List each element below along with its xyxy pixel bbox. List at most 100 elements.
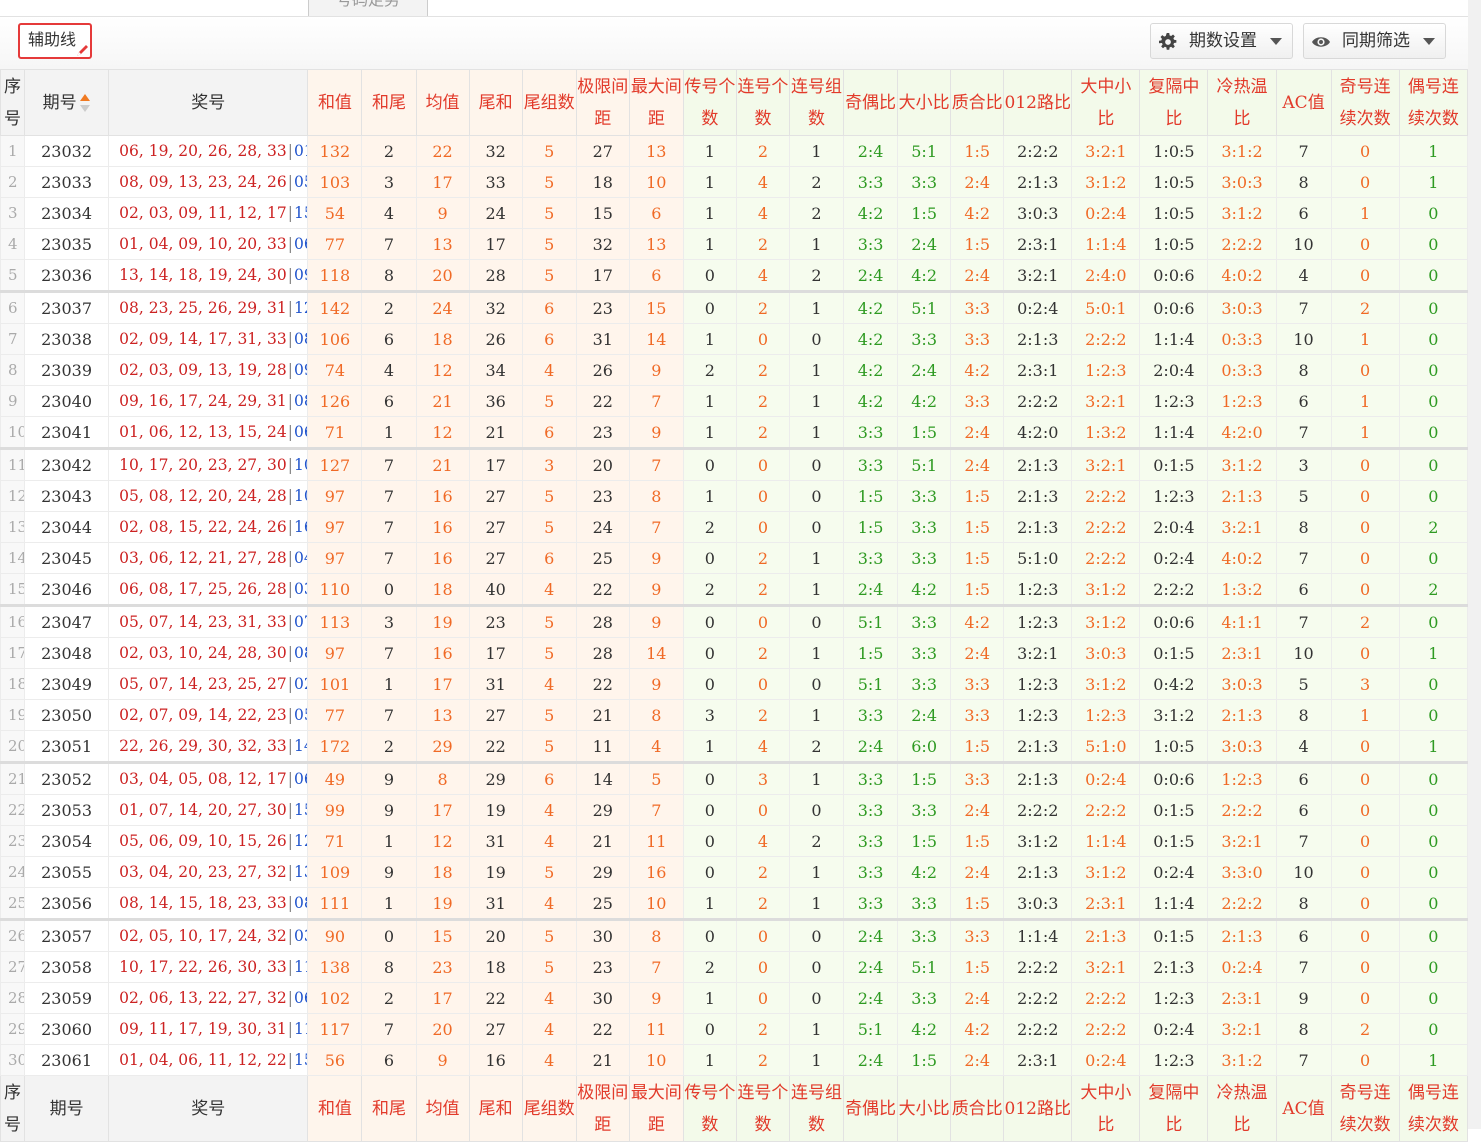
blue-ball: 12 — [293, 832, 307, 850]
row-cell: 2 — [735, 542, 790, 574]
row-cell: 1:5 — [950, 542, 1005, 574]
red-balls: 09, 11, 17, 19, 30, 31 — [119, 1020, 287, 1038]
period-settings-dropdown[interactable]: 期数设置 — [1150, 23, 1293, 59]
row-cell: 0 — [1330, 542, 1400, 574]
row-cell: 26 — [468, 323, 523, 355]
aux-line-button[interactable]: 辅助线 — [18, 23, 92, 59]
row-cell: 97 — [307, 511, 363, 543]
row-cell: 0 — [1398, 416, 1469, 450]
row-cell: 5:1:0 — [1071, 730, 1141, 764]
row-cell: 1:2:3 — [1003, 573, 1073, 607]
row-numbers: 22, 26, 29, 30, 32, 33|14 — [108, 730, 309, 764]
row-cell: 7 — [361, 699, 417, 731]
row-seq: 27 — [0, 951, 26, 983]
row-period: 23043 — [24, 480, 110, 512]
red-balls: 08, 23, 25, 26, 29, 31 — [119, 299, 287, 317]
row-cell: 1:3:2 — [1071, 416, 1141, 450]
row-cell: 4 — [361, 354, 417, 386]
row-cell: 1:2:3 — [1071, 354, 1141, 386]
row-cell: 2 — [788, 197, 845, 229]
row-cell: 5 — [521, 730, 577, 764]
row-cell: 0 — [1398, 699, 1469, 731]
footer-header-row: 序号 期号 奖号 和值 和尾 均值 尾和 尾组数 极限间距 最大间距 传号个数 … — [0, 1075, 1469, 1142]
red-balls: 01, 07, 14, 20, 27, 30 — [119, 801, 287, 819]
header-col: 大中小比 — [1071, 69, 1141, 136]
row-cell: 1 — [1398, 135, 1469, 167]
header-col: 最大间距 — [628, 69, 684, 136]
row-cell: 6:0 — [897, 730, 952, 764]
row-cell: 21 — [468, 416, 523, 450]
separator: | — [287, 927, 293, 945]
row-seq: 22 — [0, 794, 26, 826]
row-cell: 5 — [521, 259, 577, 293]
row-cell: 2:4 — [843, 982, 899, 1014]
row-seq: 3 — [0, 197, 26, 229]
row-cell: 5 — [521, 605, 577, 638]
row-cell: 7 — [361, 448, 417, 481]
row-cell: 1 — [682, 982, 737, 1014]
same-period-filter-dropdown[interactable]: 同期筛选 — [1303, 23, 1446, 59]
eye-icon — [1312, 37, 1330, 47]
table-row: 52303613, 14, 18, 19, 24, 30|09118820285… — [0, 259, 1469, 293]
sort-icon[interactable] — [79, 93, 91, 113]
row-cell: 2:3:1 — [1207, 982, 1277, 1014]
row-cell: 77 — [307, 699, 363, 731]
row-cell: 1:2:3 — [1139, 982, 1209, 1014]
row-cell: 17 — [415, 668, 470, 700]
row-cell: 16 — [415, 480, 470, 512]
row-cell: 1:0:5 — [1139, 228, 1209, 260]
row-cell: 31 — [468, 825, 523, 857]
row-cell: 8 — [1275, 1013, 1332, 1045]
row-cell: 12 — [415, 354, 470, 386]
row-cell: 7 — [628, 511, 684, 543]
row-cell: 34 — [468, 354, 523, 386]
header-numbers: 奖号 — [108, 69, 309, 136]
row-numbers: 09, 16, 17, 24, 29, 31|08 — [108, 385, 309, 417]
row-cell: 1 — [788, 291, 845, 324]
row-cell: 7 — [361, 228, 417, 260]
table-row: 102304101, 06, 12, 13, 15, 24|0671112216… — [0, 416, 1469, 450]
same-period-filter-label: 同期筛选 — [1342, 31, 1410, 50]
row-cell: 17 — [415, 794, 470, 826]
row-cell: 3:0:3 — [1003, 887, 1073, 921]
row-cell: 10 — [628, 887, 684, 921]
row-cell: 22 — [468, 982, 523, 1014]
row-cell: 138 — [307, 951, 363, 983]
row-seq: 29 — [0, 1013, 26, 1045]
row-cell: 0 — [1398, 291, 1469, 324]
row-period: 23037 — [24, 291, 110, 324]
row-numbers: 02, 03, 10, 24, 28, 30|08 — [108, 637, 309, 669]
row-cell: 8 — [361, 951, 417, 983]
header-period[interactable]: 期号 — [24, 69, 110, 136]
row-cell: 27 — [468, 511, 523, 543]
row-cell: 3:3 — [950, 291, 1005, 324]
top-tab[interactable]: 号码走势 — [308, 0, 428, 17]
row-cell: 1 — [788, 416, 845, 450]
header-col: 大小比 — [897, 69, 952, 136]
row-period: 23046 — [24, 573, 110, 607]
row-cell: 1 — [361, 825, 417, 857]
row-numbers: 01, 04, 09, 10, 20, 33|06 — [108, 228, 309, 260]
header-col: 和尾 — [361, 69, 417, 136]
row-cell: 1:1:4 — [1003, 919, 1073, 952]
row-cell: 2:2:2 — [1003, 135, 1073, 167]
vertical-scrollbar[interactable] — [1468, 0, 1481, 1129]
separator: | — [287, 299, 293, 317]
row-cell: 2:3:1 — [1071, 887, 1141, 921]
row-cell: 8 — [415, 762, 470, 795]
row-cell: 6 — [521, 542, 577, 574]
row-cell: 20 — [468, 919, 523, 952]
row-cell: 0 — [735, 794, 790, 826]
row-cell: 3:1:2 — [1071, 668, 1141, 700]
row-cell: 24 — [415, 291, 470, 324]
row-cell: 2:2:2 — [1071, 982, 1141, 1014]
table-row: 172304802, 03, 10, 24, 28, 30|0897716175… — [0, 637, 1469, 669]
row-cell: 1 — [1330, 385, 1400, 417]
row-cell: 0 — [1330, 166, 1400, 198]
row-period: 23052 — [24, 762, 110, 795]
row-cell: 2:4 — [843, 1044, 899, 1076]
row-period: 23033 — [24, 166, 110, 198]
row-cell: 3 — [682, 699, 737, 731]
row-cell: 6 — [1275, 197, 1332, 229]
row-cell: 3:0:3 — [1207, 291, 1277, 324]
